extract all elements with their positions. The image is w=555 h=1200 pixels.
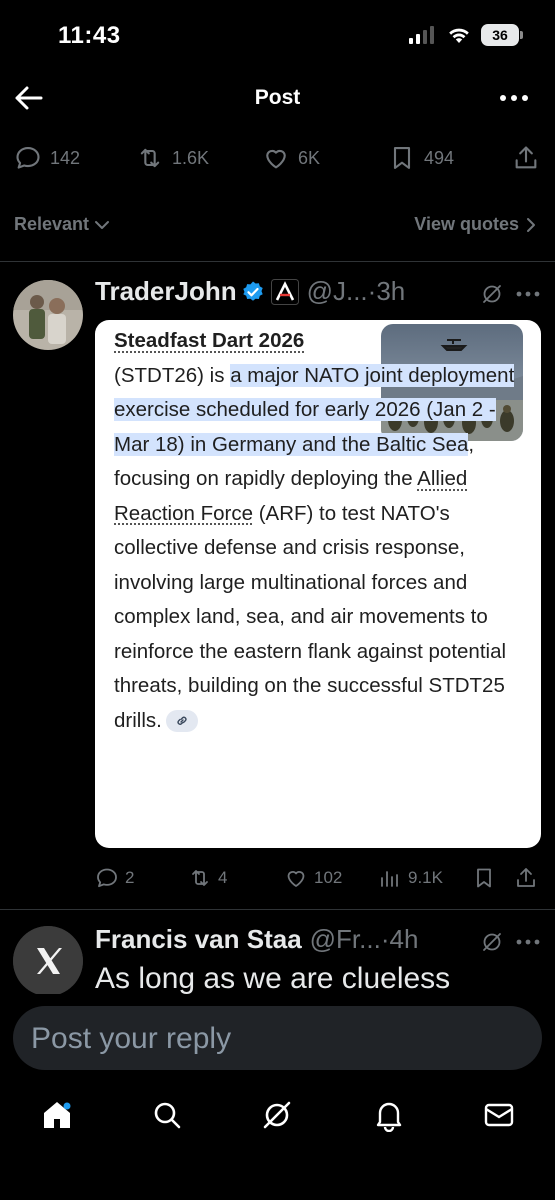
reply-count-button[interactable]: 142 (14, 144, 80, 172)
link-chip[interactable] (165, 710, 198, 733)
repost-icon (188, 866, 212, 890)
repost-icon (136, 144, 164, 172)
nav-notifications[interactable] (372, 1098, 406, 1132)
share-button[interactable] (512, 144, 540, 172)
avatar[interactable] (13, 926, 83, 994)
reply-text: As long as we are clueless (95, 962, 451, 994)
status-icons: 36 (409, 24, 523, 46)
repost-count: 4 (218, 868, 228, 887)
reply-header: TraderJohn @J... ·3h (95, 276, 405, 307)
reply-icon (14, 144, 42, 172)
reply-placeholder: Post your reply (31, 1022, 232, 1055)
view-count: 9.1K (408, 868, 443, 887)
nav-search[interactable] (150, 1098, 184, 1132)
bookmark-icon (472, 866, 496, 890)
mail-icon (482, 1098, 516, 1132)
author-handle: @J... (306, 276, 368, 306)
share-action-button[interactable] (514, 866, 538, 890)
divider (0, 261, 555, 262)
more-horizontal-icon (516, 938, 540, 946)
bookmark-action-button[interactable] (472, 866, 496, 890)
views-action-button[interactable]: 9.1K (378, 866, 443, 890)
nav-messages[interactable] (482, 1098, 516, 1132)
bookmark-count-button[interactable]: 494 (388, 144, 454, 172)
reply-icon (95, 866, 119, 890)
like-count: 6K (298, 147, 321, 168)
status-time: 11:43 (58, 22, 121, 49)
grok-icon (480, 930, 504, 954)
author-handle: @Fr... (309, 924, 381, 954)
search-icon (150, 1098, 184, 1132)
author-name[interactable]: Francis van Staa (95, 924, 302, 955)
sort-label: Relevant (14, 214, 90, 234)
reply-action-button[interactable]: 2 (95, 866, 134, 890)
more-horizontal-icon (516, 290, 540, 298)
bookmark-count: 494 (424, 147, 455, 168)
verified-badge-icon (241, 280, 265, 304)
reply-composer[interactable]: Post your reply (13, 1006, 542, 1070)
card-title[interactable]: Steadfast Dart 2026 (114, 329, 304, 352)
reply-count: 2 (125, 868, 135, 887)
grok-button[interactable] (480, 282, 504, 306)
repost-action-button[interactable]: 4 (188, 866, 227, 890)
card-text: Steadfast Dart 2026 (STDT26) is a major … (114, 324, 534, 738)
home-icon (40, 1098, 74, 1132)
avatar[interactable] (13, 280, 83, 350)
nav-grok[interactable] (260, 1098, 294, 1132)
nav-home[interactable] (40, 1098, 74, 1132)
card-text-part1: (STDT26) is (114, 363, 231, 387)
attached-screenshot-card[interactable]: Steadfast Dart 2026 (STDT26) is a major … (95, 320, 541, 848)
share-icon (514, 866, 538, 890)
grok-icon (260, 1098, 294, 1132)
reply-count: 142 (50, 147, 81, 168)
bookmark-icon (388, 144, 416, 172)
more-options-button[interactable] (499, 88, 531, 108)
heart-icon (284, 866, 308, 890)
cellular-signal-icon (409, 26, 437, 44)
x-logo-icon (13, 926, 83, 994)
bell-icon (372, 1098, 406, 1132)
grok-button[interactable] (480, 930, 504, 954)
heart-icon (262, 144, 290, 172)
page-title: Post (254, 86, 301, 109)
post-time: ·3h (367, 276, 406, 306)
like-action-button[interactable]: 102 (284, 866, 342, 890)
author-name[interactable]: TraderJohn (95, 276, 237, 307)
view-quotes-label: View quotes (414, 214, 519, 234)
wifi-icon (447, 26, 471, 44)
reply-header: Francis van Staa @Fr... ·4h (95, 924, 418, 955)
like-count-button[interactable]: 6K (262, 144, 320, 172)
bar-chart-icon (378, 866, 402, 890)
view-quotes-link[interactable]: View quotes (414, 214, 537, 235)
repost-count-button[interactable]: 1.6K (136, 144, 209, 172)
grok-icon (480, 282, 504, 306)
reply-more-button[interactable] (516, 938, 540, 946)
like-count: 102 (314, 868, 343, 887)
reply-2-clip: Francis van Staa @Fr... ·4h As long as w… (0, 910, 555, 994)
chevron-down-icon (93, 216, 111, 234)
sort-dropdown[interactable]: Relevant (14, 214, 111, 235)
share-icon (512, 144, 540, 172)
affiliate-badge-icon (270, 278, 299, 305)
card-text-part3: (ARF) to test NATO's collective defense … (114, 501, 507, 732)
chevron-right-icon (525, 216, 537, 234)
more-horizontal-icon (499, 88, 531, 108)
repost-count: 1.6K (172, 147, 210, 168)
link-icon (175, 714, 189, 728)
battery-indicator: 36 (481, 24, 523, 46)
post-time: ·4h (380, 924, 419, 954)
reply-more-button[interactable] (516, 290, 540, 298)
